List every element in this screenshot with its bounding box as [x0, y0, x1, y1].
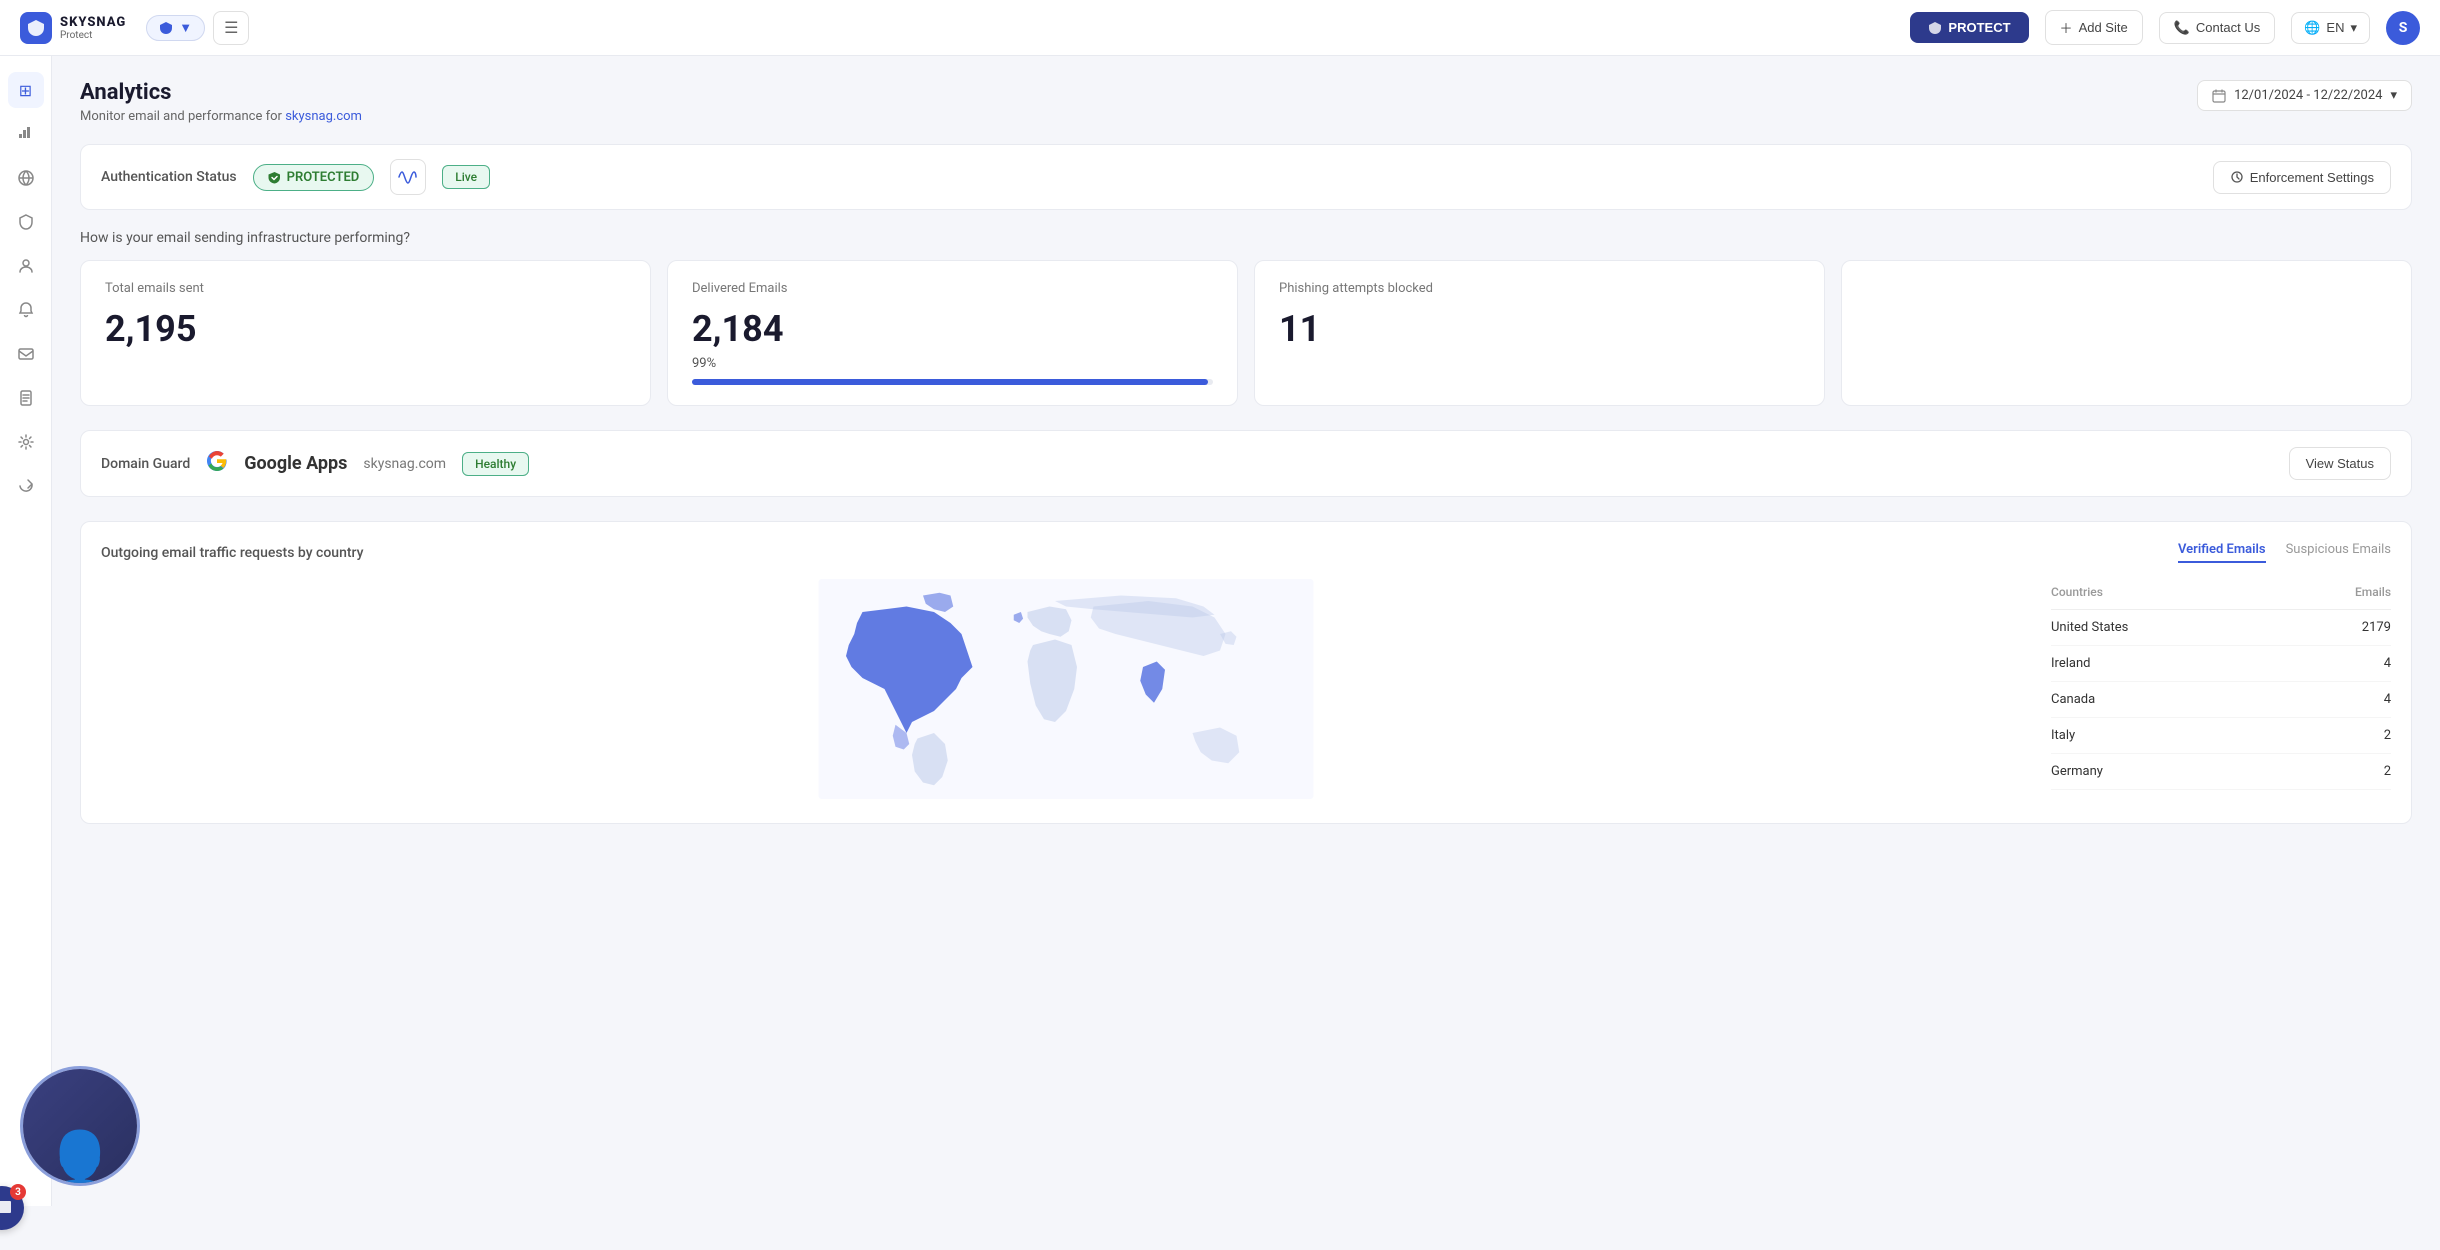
email-col-header: Emails — [2355, 585, 2391, 599]
sidebar-item-report[interactable] — [8, 380, 44, 416]
country-name: Germany — [2051, 764, 2384, 779]
page-title-area: Analytics Monitor email and performance … — [80, 80, 362, 124]
domain-guard: Domain Guard Google Apps skysnag.com Hea… — [80, 430, 2412, 497]
wave-icon[interactable] — [390, 159, 426, 195]
table-row: Germany2 — [2051, 754, 2391, 790]
page-title: Analytics — [80, 80, 362, 105]
avatar[interactable]: S — [2386, 11, 2420, 45]
domain-link[interactable]: skysnag.com — [285, 109, 362, 124]
country-table-header: Countries Emails — [2051, 579, 2391, 610]
logo-area: SKYSNAG Protect — [20, 12, 126, 44]
stats-question: How is your email sending infrastructure… — [80, 230, 2412, 246]
traffic-section: Outgoing email traffic requests by count… — [80, 521, 2412, 824]
country-name: United States — [2051, 620, 2362, 635]
traffic-tabs: Verified Emails Suspicious Emails — [2178, 542, 2391, 563]
country-col-header: Countries — [2051, 585, 2355, 599]
menu-button[interactable]: ☰ — [213, 11, 249, 45]
shield-selector[interactable]: ▼ — [146, 15, 205, 41]
page-subtitle: Monitor email and performance for skysna… — [80, 109, 362, 124]
person-silhouette: 👤 — [43, 1133, 118, 1186]
country-name: Ireland — [2051, 656, 2384, 671]
contact-button[interactable]: 📞 Contact Us — [2159, 12, 2276, 44]
tab-verified-emails[interactable]: Verified Emails — [2178, 542, 2266, 563]
protected-badge: PROTECTED — [253, 164, 375, 191]
sidebar-item-globe[interactable] — [8, 160, 44, 196]
progress-fill — [692, 379, 1208, 385]
progress-bar — [692, 379, 1213, 385]
country-emails: 2179 — [2362, 620, 2391, 635]
country-emails: 2 — [2384, 764, 2391, 779]
sidebar-item-chart[interactable] — [8, 116, 44, 152]
table-row: United States2179 — [2051, 610, 2391, 646]
sidebar-item-bell[interactable] — [8, 292, 44, 328]
total-emails-card: Total emails sent 2,195 — [80, 260, 651, 406]
domain-guard-label: Domain Guard — [101, 456, 190, 472]
delivered-label: Delivered Emails — [692, 281, 1213, 296]
view-status-button[interactable]: View Status — [2289, 447, 2391, 480]
country-name: Italy — [2051, 728, 2384, 743]
total-emails-label: Total emails sent — [105, 281, 626, 296]
sidebar-item-shield[interactable] — [8, 204, 44, 240]
logo-icon — [20, 12, 52, 44]
traffic-title: Outgoing email traffic requests by count… — [101, 545, 363, 561]
sidebar-item-user[interactable] — [8, 248, 44, 284]
delivered-emails-card: Delivered Emails 2,184 99% — [667, 260, 1238, 406]
country-table: Countries Emails United States2179Irelan… — [2051, 579, 2391, 803]
chat-button[interactable]: 3 — [0, 1186, 24, 1230]
date-range-picker[interactable]: 12/01/2024 - 12/22/2024 ▾ — [2197, 80, 2412, 111]
country-rows: United States2179Ireland4Canada4Italy2Ge… — [2051, 610, 2391, 790]
domain-name: skysnag.com — [363, 456, 446, 472]
webcam-placeholder: 👤 — [23, 1069, 137, 1183]
google-apps-text: Google Apps — [244, 453, 347, 474]
google-icon — [206, 450, 228, 478]
sidebar-item-settings[interactable] — [8, 424, 44, 460]
tab-suspicious-emails[interactable]: Suspicious Emails — [2286, 542, 2391, 563]
sidebar-item-share[interactable] — [8, 468, 44, 504]
delivered-percent: 99% — [692, 356, 1213, 371]
table-row: Canada4 — [2051, 682, 2391, 718]
phishing-card: Phishing attempts blocked 11 — [1254, 260, 1825, 406]
main-content: Analytics Monitor email and performance … — [52, 56, 2440, 1206]
webcam-overlay: 👤 — [20, 1066, 140, 1186]
sidebar-item-home[interactable]: ⊞ — [8, 72, 44, 108]
language-button[interactable]: 🌐 EN ▾ — [2291, 12, 2370, 44]
protect-button[interactable]: PROTECT — [1910, 12, 2028, 43]
empty-stat-card — [1841, 260, 2412, 406]
add-site-button[interactable]: ＋ Add Site — [2045, 10, 2143, 45]
live-badge: Live — [442, 165, 490, 189]
phishing-label: Phishing attempts blocked — [1279, 281, 1800, 296]
stats-row: Total emails sent 2,195 Delivered Emails… — [80, 260, 2412, 406]
country-name: Canada — [2051, 692, 2384, 707]
country-emails: 4 — [2384, 692, 2391, 707]
sidebar-item-mail[interactable] — [8, 336, 44, 372]
chat-badge: 3 — [10, 1184, 26, 1200]
table-row: Ireland4 — [2051, 646, 2391, 682]
total-emails-value: 2,195 — [105, 308, 626, 350]
logo-text: SKYSNAG Protect — [60, 15, 126, 41]
country-emails: 4 — [2384, 656, 2391, 671]
healthy-badge: Healthy — [462, 452, 529, 476]
enforcement-settings-button[interactable]: Enforcement Settings — [2213, 161, 2391, 194]
top-navigation: SKYSNAG Protect ▼ ☰ PROTECT ＋ Add Site 📞… — [0, 0, 2440, 56]
map-area — [101, 579, 2031, 803]
auth-status-bar: Authentication Status PROTECTED Live Enf… — [80, 144, 2412, 210]
page-header: Analytics Monitor email and performance … — [80, 80, 2412, 124]
table-row: Italy2 — [2051, 718, 2391, 754]
phishing-value: 11 — [1279, 308, 1800, 350]
sidebar: ⊞ — [0, 56, 52, 1206]
traffic-body: Countries Emails United States2179Irelan… — [101, 579, 2391, 803]
nav-right: PROTECT ＋ Add Site 📞 Contact Us 🌐 EN ▾ S — [1910, 10, 2420, 45]
delivered-value: 2,184 — [692, 308, 1213, 350]
traffic-header: Outgoing email traffic requests by count… — [101, 542, 2391, 563]
auth-status-label: Authentication Status — [101, 169, 237, 185]
country-emails: 2 — [2384, 728, 2391, 743]
